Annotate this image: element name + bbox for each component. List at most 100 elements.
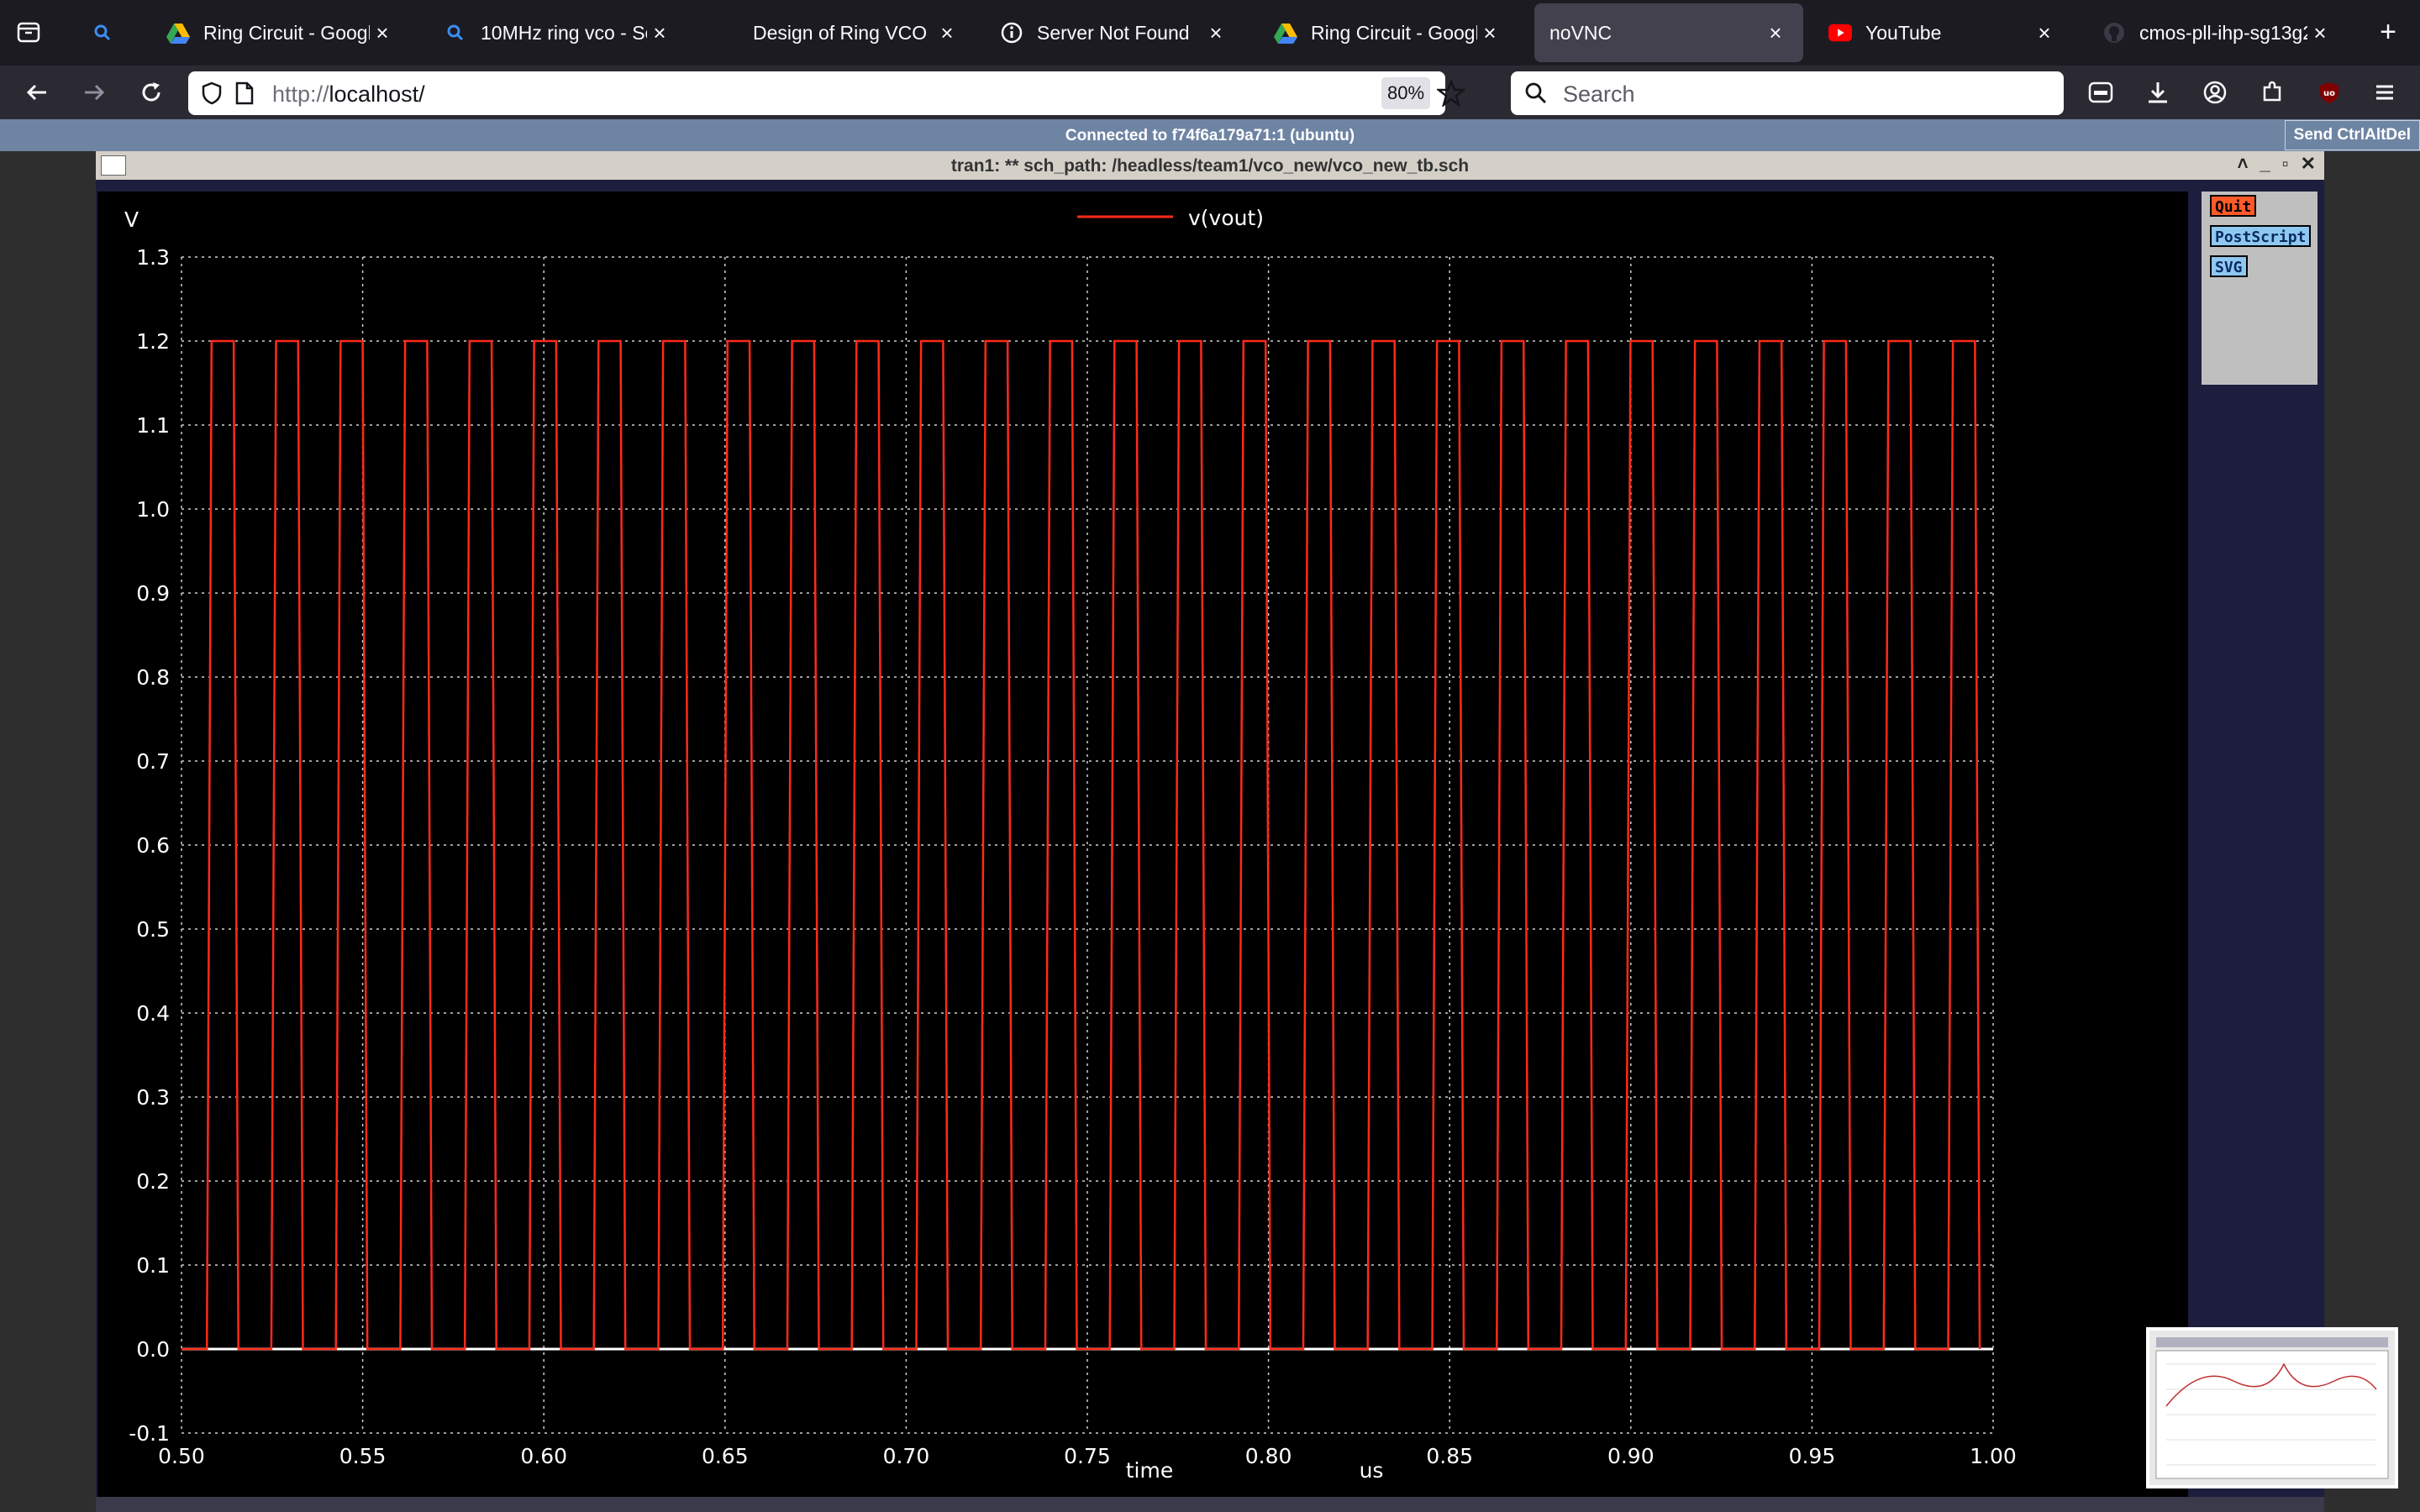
downloads-icon[interactable]	[2141, 76, 2175, 109]
ublock-icon[interactable]: uo	[2312, 76, 2346, 109]
y-tick-label: 0.0	[136, 1337, 170, 1362]
y-tick-label: 0.2	[136, 1169, 170, 1194]
close-icon[interactable]: ✕	[2301, 153, 2316, 175]
search-placeholder: Search	[1563, 81, 1635, 107]
x-axis-unit: us	[1360, 1458, 1384, 1483]
chevron-up-icon[interactable]: ˄	[2238, 153, 2249, 175]
close-tab-icon[interactable]: ×	[647, 20, 672, 46]
close-tab-icon[interactable]: ×	[934, 20, 960, 46]
close-tab-icon[interactable]: ×	[370, 20, 395, 46]
tab-overview-icon[interactable]	[12, 15, 45, 49]
tab-title: Ring Circuit - Google Drive	[1311, 21, 1477, 44]
close-tab-icon[interactable]: ×	[2032, 20, 2057, 46]
y-tick-label: 0.4	[136, 1001, 170, 1026]
window-title: tran1: ** sch_path: /headless/team1/vco_…	[950, 156, 1470, 176]
page-icon[interactable]	[234, 81, 255, 109]
connection-status: Connected to f74f6a179a71:1 (ubuntu)	[1065, 127, 1355, 144]
side-panel: Quit PostScript SVG	[2202, 192, 2317, 385]
x-tick-label: 0.95	[1789, 1444, 1836, 1468]
y-tick-label: 1.1	[136, 413, 170, 438]
github-icon	[2102, 21, 2126, 45]
reload-icon[interactable]	[134, 76, 168, 109]
tab-title: noVNC	[1549, 21, 1612, 44]
tab-search[interactable]	[76, 3, 151, 62]
x-tick-label: 0.55	[339, 1444, 387, 1468]
x-tick-label: 0.80	[1245, 1444, 1292, 1468]
tab-ring-vco-search[interactable]: 10MHz ring vco - Search ×	[429, 3, 687, 62]
y-tick-label: 0.1	[136, 1253, 170, 1278]
window-titlebar[interactable]: tran1: ** sch_path: /headless/team1/vco_…	[96, 151, 2324, 180]
x-tick-labels: 0.50 0.55 0.60 0.65 0.70 0.75 0.80 0.85 0.90 0.95…	[158, 1444, 2017, 1468]
y-tick-label: -0.1	[129, 1421, 170, 1446]
tab-title: cmos-pll-ihp-sg13g2	[2139, 21, 2307, 44]
tab-title: Server Not Found	[1037, 21, 1190, 44]
waveform-plot[interactable]: 1.3 1.2 1.1 1.0 0.9 0.8 0.7 0.6 0.5 0.4 0.3 0.2 0.1 0…	[97, 192, 2188, 1497]
info-icon	[1000, 21, 1023, 45]
url-bar[interactable]: http://localhost/ 80%	[188, 71, 1465, 115]
tab-ring-circuit-2[interactable]: Ring Circuit - Google Drive ×	[1259, 3, 1518, 62]
forward-icon[interactable]	[77, 76, 111, 109]
y-axis-unit: V	[124, 207, 139, 232]
quit-button[interactable]: Quit	[2210, 195, 2257, 217]
tab-server-not-found[interactable]: Server Not Found ×	[985, 3, 1244, 62]
send-ctrlaltdel-button[interactable]: Send CtrlAltDel	[2284, 120, 2420, 150]
x-tick-label: 0.90	[1607, 1444, 1655, 1468]
search-icon	[91, 21, 114, 45]
tab-title: YouTube	[1865, 21, 1942, 44]
tab-design-ring-vco[interactable]: Design of Ring VCO ×	[716, 3, 975, 62]
tab-ring-circuit-1[interactable]: Ring Circuit - Google Drive ×	[151, 3, 410, 62]
zoom-level-button[interactable]: 80%	[1381, 77, 1430, 109]
postscript-button[interactable]: PostScript	[2210, 225, 2312, 247]
account-icon[interactable]	[2198, 76, 2232, 109]
window-bottom-border	[96, 1497, 2324, 1512]
y-tick-label: 0.8	[136, 665, 170, 690]
search-icon	[444, 21, 467, 45]
close-tab-icon[interactable]: ×	[1203, 20, 1228, 46]
x-tick-label: 1.00	[1970, 1444, 2017, 1468]
y-tick-label: 1.3	[136, 245, 170, 270]
extensions-icon[interactable]	[2255, 76, 2289, 109]
maximize-icon[interactable]: ▫	[2282, 153, 2289, 175]
menu-icon[interactable]	[2368, 76, 2402, 109]
shield-icon[interactable]	[200, 81, 224, 109]
x-tick-label: 0.65	[702, 1444, 749, 1468]
url-text[interactable]: http://localhost/	[272, 81, 425, 108]
y-tick-labels: 1.3 1.2 1.1 1.0 0.9 0.8 0.7 0.6 0.5 0.4 0.3 0.2 0.1 0…	[129, 245, 170, 1446]
y-tick-label: 0.3	[136, 1085, 170, 1110]
tab-title: 10MHz ring vco - Search	[481, 21, 647, 44]
svg-button[interactable]: SVG	[2210, 255, 2248, 277]
x-tick-label: 0.50	[158, 1444, 205, 1468]
google-drive-icon	[1274, 21, 1297, 45]
x-tick-label: 0.70	[883, 1444, 930, 1468]
novnc-status-bar: Connected to f74f6a179a71:1 (ubuntu) Sen…	[0, 119, 2420, 151]
back-icon[interactable]	[20, 76, 54, 109]
tab-title: Design of Ring VCO	[753, 21, 928, 44]
tab-github-repo[interactable]: cmos-pll-ihp-sg13g2 ×	[2087, 3, 2348, 62]
x-tick-label: 0.75	[1064, 1444, 1111, 1468]
tab-title: Ring Circuit - Google Drive	[203, 21, 370, 44]
minimize-icon[interactable]: _	[2260, 153, 2270, 175]
x-tick-label: 0.85	[1426, 1444, 1473, 1468]
x-axis-label: time	[1126, 1458, 1173, 1483]
search-icon	[1524, 81, 1548, 109]
window-preview-thumbnail[interactable]	[2146, 1327, 2398, 1488]
y-tick-label: 1.2	[136, 329, 170, 354]
google-drive-icon	[166, 21, 190, 45]
y-tick-label: 0.7	[136, 749, 170, 774]
thumbnail-image	[2149, 1331, 2395, 1485]
svg-text:uo: uo	[2323, 89, 2335, 98]
pocket-icon[interactable]	[2084, 76, 2118, 109]
tab-novnc[interactable]: noVNC ×	[1534, 3, 1803, 62]
plot-area[interactable]: 1.3 1.2 1.1 1.0 0.9 0.8 0.7 0.6 0.5 0.4 0.3 0.2 0.1 0…	[97, 192, 2188, 1497]
y-tick-label: 0.6	[136, 833, 170, 858]
x-tick-label: 0.60	[520, 1444, 567, 1468]
tab-youtube[interactable]: YouTube ×	[1813, 3, 2072, 62]
close-tab-icon[interactable]: ×	[1763, 20, 1788, 46]
y-tick-label: 0.5	[136, 917, 170, 942]
y-tick-label: 0.9	[136, 581, 170, 606]
new-tab-icon[interactable]: +	[2371, 15, 2405, 49]
close-tab-icon[interactable]: ×	[2307, 20, 2333, 46]
youtube-icon	[1828, 21, 1852, 45]
search-bar[interactable]: Search	[1511, 71, 2064, 115]
close-tab-icon[interactable]: ×	[1477, 20, 1502, 46]
